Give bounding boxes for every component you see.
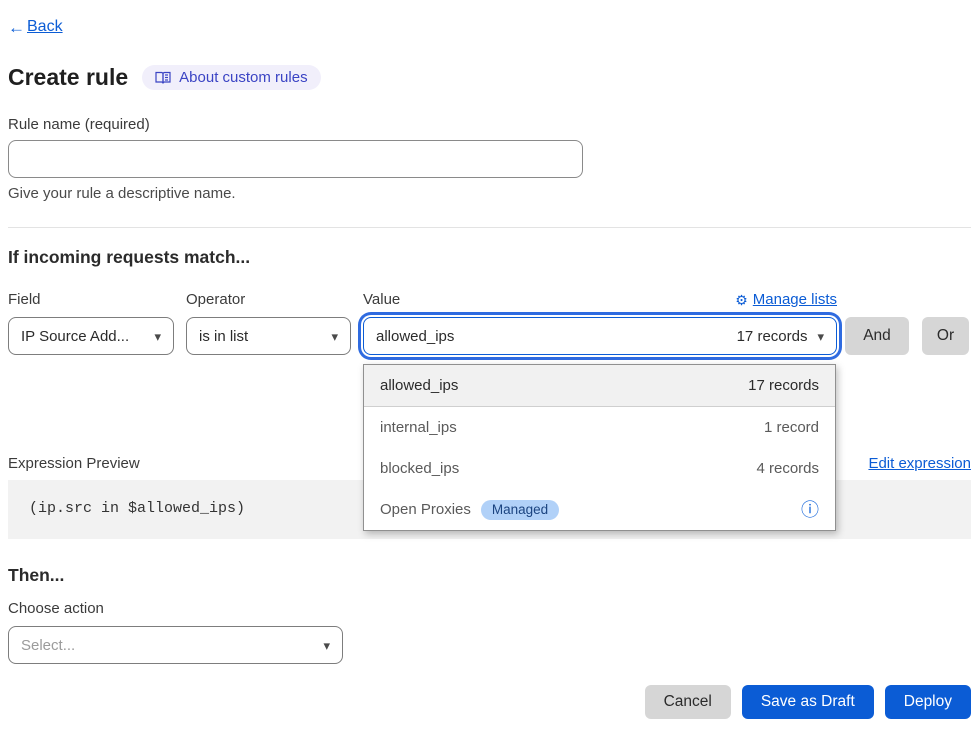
title-row: Create rule About custom rules: [8, 64, 971, 91]
list-item-name: blocked_ips: [380, 460, 459, 477]
list-item-internal-ips[interactable]: internal_ips 1 record: [364, 407, 835, 448]
rule-name-help-text: Give your rule a descriptive name.: [8, 185, 971, 202]
expression-code: (ip.src in $allowed_ips): [29, 500, 245, 517]
back-arrow-icon: ←: [8, 19, 25, 36]
info-icon[interactable]: ⓘ: [801, 501, 819, 519]
or-button[interactable]: Or: [922, 317, 969, 355]
list-item-name: internal_ips: [380, 419, 457, 436]
field-select-value: IP Source Add...: [21, 328, 129, 345]
gear-icon: ⚙: [735, 293, 748, 307]
footer-actions: Cancel Save as Draft Deploy: [8, 685, 971, 719]
manage-lists-label: Manage lists: [753, 291, 837, 308]
about-custom-rules-link[interactable]: About custom rules: [142, 65, 320, 90]
field-select[interactable]: IP Source Add... ▾: [8, 317, 174, 355]
edit-expression-link[interactable]: Edit expression: [868, 455, 971, 472]
cancel-button[interactable]: Cancel: [645, 685, 731, 719]
and-button[interactable]: And: [845, 317, 909, 355]
back-link-label: Back: [27, 18, 63, 36]
match-labels-row: Field Operator Value ⚙ Manage lists: [8, 291, 971, 308]
chevron-down-icon: ▾: [817, 330, 824, 343]
list-item-blocked-ips[interactable]: blocked_ips 4 records: [364, 448, 835, 489]
operator-select[interactable]: is in list ▾: [186, 317, 351, 355]
create-rule-page: ← Back Create rule About custom rules Ru…: [0, 0, 979, 739]
value-dropdown-panel: allowed_ips 17 records internal_ips 1 re…: [363, 364, 836, 531]
value-select-meta: 17 records: [737, 328, 808, 345]
list-item-name: allowed_ips: [380, 377, 458, 394]
back-link[interactable]: ← Back: [8, 18, 971, 36]
match-section-heading: If incoming requests match...: [8, 247, 971, 268]
condition-row: IP Source Add... ▾ is in list ▾ allowed_…: [8, 317, 971, 355]
book-icon: [155, 71, 171, 85]
deploy-button[interactable]: Deploy: [885, 685, 971, 719]
chevron-down-icon: ▾: [323, 639, 330, 652]
list-item-name: Open Proxies: [380, 501, 471, 518]
choose-action-label: Choose action: [8, 600, 971, 617]
list-item-meta: 4 records: [756, 460, 819, 477]
chevron-down-icon: ▾: [331, 330, 338, 343]
chevron-down-icon: ▾: [154, 330, 161, 343]
value-select-selected: allowed_ips: [376, 328, 454, 345]
page-title: Create rule: [8, 64, 128, 91]
list-item-meta: 17 records: [748, 377, 819, 394]
action-select[interactable]: Select... ▾: [8, 626, 343, 664]
list-item-meta: 1 record: [764, 419, 819, 436]
manage-lists-link[interactable]: ⚙ Manage lists: [735, 291, 837, 308]
expression-preview-label: Expression Preview: [8, 455, 140, 472]
operator-label: Operator: [186, 291, 363, 308]
list-item-open-proxies[interactable]: Open Proxies Managed ⓘ: [364, 489, 835, 530]
managed-badge: Managed: [481, 500, 559, 520]
rule-name-input[interactable]: [8, 140, 583, 178]
action-select-placeholder: Select...: [21, 637, 75, 654]
value-label: Value: [363, 291, 400, 308]
rule-name-label: Rule name (required): [8, 116, 971, 133]
save-as-draft-button[interactable]: Save as Draft: [742, 685, 874, 719]
field-label: Field: [8, 291, 186, 308]
value-select[interactable]: allowed_ips 17 records ▾: [363, 317, 837, 355]
then-section-heading: Then...: [8, 565, 971, 586]
operator-select-value: is in list: [199, 328, 248, 345]
about-custom-rules-label: About custom rules: [179, 69, 307, 86]
list-item-allowed-ips[interactable]: allowed_ips 17 records: [364, 365, 835, 407]
section-divider: [8, 227, 971, 228]
